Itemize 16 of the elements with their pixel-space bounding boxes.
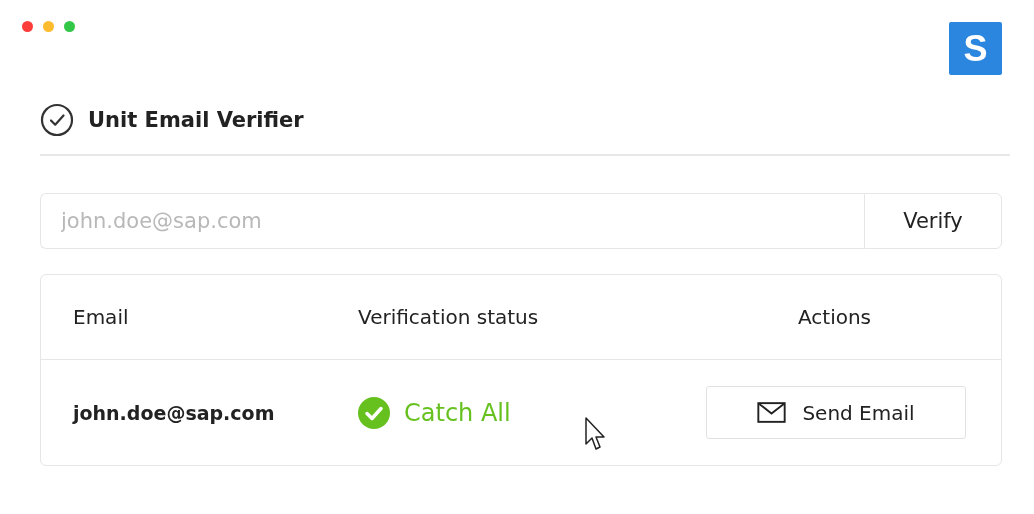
- verify-button[interactable]: Verify: [864, 193, 1002, 249]
- mouse-cursor-icon: [584, 416, 608, 452]
- window-zoom-dot[interactable]: [64, 21, 75, 32]
- window-minimize-dot[interactable]: [43, 21, 54, 32]
- window-close-dot[interactable]: [22, 21, 33, 32]
- column-header: Actions: [797, 305, 872, 329]
- send-email-button[interactable]: Send Email: [706, 386, 966, 439]
- email-cell: john.doe@sap.com: [73, 401, 275, 424]
- column-header: Verification status: [358, 305, 540, 329]
- column-header: Email: [72, 305, 130, 329]
- envelope-icon: [757, 402, 787, 423]
- check-circle-icon: [40, 103, 74, 137]
- page-title: Unit Email Verifier: [88, 108, 304, 132]
- status-label: Catch All: [404, 398, 511, 427]
- app-logo: S: [949, 22, 1002, 75]
- email-input-field[interactable]: john.doe@sap.com: [40, 193, 864, 249]
